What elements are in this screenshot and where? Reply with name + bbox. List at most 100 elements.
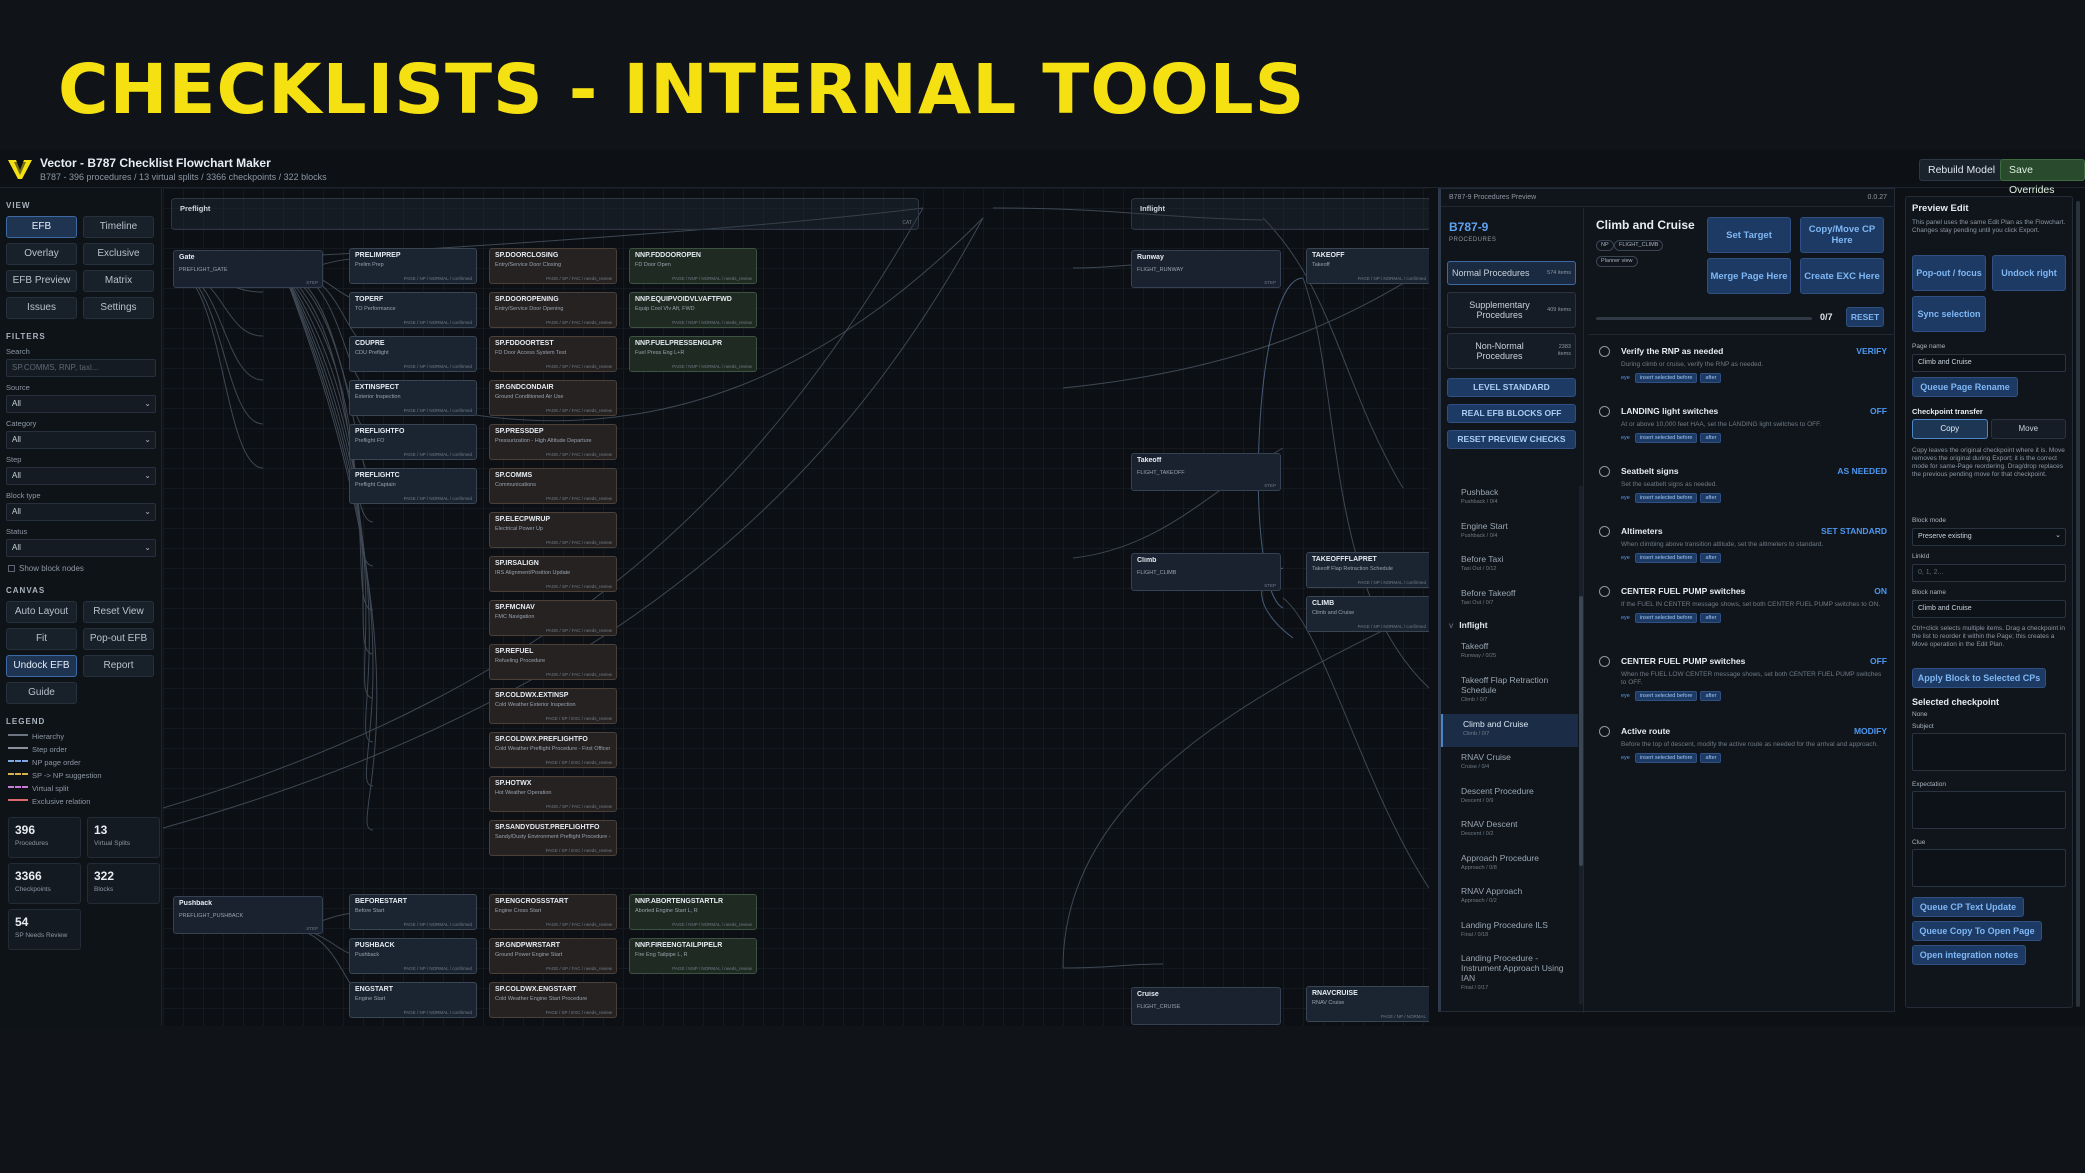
step-pushback[interactable]: Pushback PREFLIGHT_PUSHBACK STEP bbox=[173, 896, 323, 934]
node-sp[interactable]: SP.ENGCROSSSTART Engine Cross Start PAGE /… bbox=[489, 894, 617, 930]
node-np[interactable]: BEFORESTART Before Start PAGE / NP / NORMA… bbox=[349, 894, 477, 930]
category-select[interactable]: All ⌄ bbox=[6, 431, 156, 449]
subject-textarea[interactable] bbox=[1912, 733, 2066, 771]
reset-view-button[interactable]: Reset View bbox=[83, 601, 154, 623]
list-item[interactable]: Landing Procedure - Instrument Approach … bbox=[1441, 948, 1578, 1004]
list-item[interactable]: Before Takeoff Taxi Out / 0/7 bbox=[1441, 583, 1578, 617]
checkbox-circle-icon[interactable] bbox=[1599, 726, 1610, 737]
eye-icon[interactable]: eye bbox=[1621, 693, 1630, 699]
merge-page-here-button[interactable]: Merge Page Here bbox=[1707, 258, 1791, 294]
checkpoint-item[interactable]: Altimeters SET STANDARD When climbing abov… bbox=[1588, 526, 1895, 563]
insert-before-chip[interactable]: insert selected before bbox=[1634, 433, 1698, 443]
list-item[interactable]: Descent Procedure Descent / 0/9 bbox=[1441, 781, 1578, 815]
list-item[interactable]: Takeoff Flap Retraction Schedule Climb / … bbox=[1441, 670, 1578, 714]
eye-icon[interactable]: eye bbox=[1621, 435, 1630, 441]
checkbox-circle-icon[interactable] bbox=[1599, 586, 1610, 597]
node-np-preflightfo[interactable]: PREFLIGHTFO Preflight FO PAGE / NP / NORMA… bbox=[349, 424, 477, 460]
node-sp[interactable]: SP.FDDOORTEST FD Door Access System Test P… bbox=[489, 336, 617, 372]
view-efb-button[interactable]: EFB bbox=[6, 216, 77, 238]
node-np[interactable]: ENGSTART Engine Start PAGE / NP / NORMAL /… bbox=[349, 982, 477, 1018]
save-overrides-button[interactable]: Save Overrides bbox=[2000, 159, 2085, 196]
auto-layout-button[interactable]: Auto Layout bbox=[6, 601, 77, 623]
list-item[interactable]: RNAV Approach Approach / 0/2 bbox=[1441, 881, 1578, 915]
view-exclusive-button[interactable]: Exclusive bbox=[83, 243, 154, 265]
insert-after-chip[interactable]: after bbox=[1700, 373, 1722, 383]
insert-after-chip[interactable]: after bbox=[1700, 691, 1722, 701]
step-gate[interactable]: Gate PREFLIGHT_GATE STEP bbox=[173, 250, 323, 288]
list-item[interactable]: Pushback Pushback / 0/4 bbox=[1441, 482, 1578, 516]
procedure-list-scrollbar[interactable] bbox=[1579, 486, 1583, 1004]
node-sp[interactable]: SP.DOORCLOSING Entry/Service Door Closing… bbox=[489, 248, 617, 284]
node-np-toperf[interactable]: TOPERF TO Performance PAGE / NP / NORMAL /… bbox=[349, 292, 477, 328]
node-sp[interactable]: SP.REFUEL Refueling Procedure PAGE / SP / … bbox=[489, 644, 617, 680]
status-select[interactable]: All ⌄ bbox=[6, 539, 156, 557]
step-takeoff[interactable]: Takeoff FLIGHT_TAKEOFF STEP bbox=[1131, 453, 1281, 491]
reset-preview-checks-button[interactable]: RESET PREVIEW CHECKS bbox=[1447, 430, 1576, 449]
view-overlay-button[interactable]: Overlay bbox=[6, 243, 77, 265]
create-exc-here-button[interactable]: Create EXC Here bbox=[1800, 258, 1884, 294]
view-matrix-button[interactable]: Matrix bbox=[83, 270, 154, 292]
edit-panel-scrollbar[interactable] bbox=[2076, 201, 2080, 1007]
queue-page-rename-button[interactable]: Queue Page Rename bbox=[1912, 377, 2018, 397]
eye-icon[interactable]: eye bbox=[1621, 495, 1630, 501]
checkbox-circle-icon[interactable] bbox=[1599, 526, 1610, 537]
node-sp[interactable]: SP.COMMS Communications PAGE / SP / FAC / … bbox=[489, 468, 617, 504]
node-np-cdupre[interactable]: CDUPRE CDU Preflight PAGE / NP / NORMAL / … bbox=[349, 336, 477, 372]
pop-out-efb-button[interactable]: Pop-out EFB bbox=[83, 628, 154, 650]
page-name-input[interactable]: Climb and Cruise bbox=[1912, 354, 2066, 372]
list-item[interactable]: RNAV Cruise Cruise / 0/4 bbox=[1441, 747, 1578, 781]
node-np-prelimprep[interactable]: PRELIMPREP Prelim Prep PAGE / NP / NORMAL … bbox=[349, 248, 477, 284]
node-nnp[interactable]: NNP.FIREENGTAILPIPELR Fire Eng Tailpipe L… bbox=[629, 938, 757, 974]
list-item[interactable]: Engine Start Pushback / 0/4 bbox=[1441, 516, 1578, 550]
guide-button[interactable]: Guide bbox=[6, 682, 77, 704]
node-sp[interactable]: SP.ELECPWRUP Electrical Power Up PAGE / SP… bbox=[489, 512, 617, 548]
flowchart-canvas[interactable]: Preflight CAT Inflight Gate PREFLIGHT_GATE… bbox=[163, 188, 1429, 1026]
level-standard-button[interactable]: LEVEL STANDARD bbox=[1447, 378, 1576, 397]
insert-after-chip[interactable]: after bbox=[1700, 433, 1722, 443]
sync-selection-button[interactable]: Sync selection bbox=[1912, 296, 1986, 332]
node-nnp[interactable]: NNP.ABORTENGSTARTLR Aborted Engine Start … bbox=[629, 894, 757, 930]
block-type-select[interactable]: All ⌄ bbox=[6, 503, 156, 521]
copy-move-cp-here-button[interactable]: Copy/Move CP Here bbox=[1800, 217, 1884, 253]
eye-icon[interactable]: eye bbox=[1621, 755, 1630, 761]
category-supplementary-procedures[interactable]: Supplementary Procedures 409 items bbox=[1447, 292, 1576, 328]
report-button[interactable]: Report bbox=[83, 655, 154, 677]
checkpoint-item[interactable]: CENTER FUEL PUMP switches OFF When the FUE… bbox=[1588, 656, 1895, 701]
node-nnp[interactable]: NNP.FDDOOROPEN FD Door Open PAGE / NNP / N… bbox=[629, 248, 757, 284]
node-sp[interactable]: SP.FMCNAV FMC Navigation PAGE / SP / FAC /… bbox=[489, 600, 617, 636]
step-climb[interactable]: Climb FLIGHT_CLIMB STEP bbox=[1131, 553, 1281, 591]
expectation-textarea[interactable] bbox=[1912, 791, 2066, 829]
checkbox-circle-icon[interactable] bbox=[1599, 656, 1610, 667]
node-np-takeofflapret[interactable]: TAKEOFFFLAPRET Takeoff Flap Retraction Sc… bbox=[1306, 552, 1429, 588]
move-option[interactable]: Move bbox=[1990, 419, 2066, 439]
insert-before-chip[interactable]: insert selected before bbox=[1634, 553, 1698, 563]
node-sp[interactable]: SP.SANDYDUST.PREFLIGHTFO Sandy/Dusty Envi… bbox=[489, 820, 617, 856]
apply-block-button[interactable]: Apply Block to Selected CPs bbox=[1912, 668, 2046, 688]
node-sp[interactable]: SP.DOOROPENING Entry/Service Door Opening… bbox=[489, 292, 617, 328]
insert-before-chip[interactable]: insert selected before bbox=[1634, 493, 1698, 503]
checkpoint-item[interactable]: Verify the RNP as needed VERIFY During cli… bbox=[1588, 346, 1895, 383]
node-sp[interactable]: SP.IRSALIGN IRS Alignment/Position Update… bbox=[489, 556, 617, 592]
block-name-input[interactable]: Climb and Cruise bbox=[1912, 600, 2066, 618]
insert-before-chip[interactable]: insert selected before bbox=[1634, 691, 1698, 701]
insert-before-chip[interactable]: insert selected before bbox=[1634, 373, 1698, 383]
node-np[interactable]: PUSHBACK Pushback PAGE / NP / NORMAL / con… bbox=[349, 938, 477, 974]
eye-icon[interactable]: eye bbox=[1621, 375, 1630, 381]
open-integration-notes-button[interactable]: Open integration notes bbox=[1912, 945, 2026, 965]
eye-icon[interactable]: eye bbox=[1621, 615, 1630, 621]
node-sp[interactable]: SP.PRESSDEP Pressurization - High Altitud… bbox=[489, 424, 617, 460]
copy-option[interactable]: Copy bbox=[1912, 419, 1988, 439]
node-np-takeoff[interactable]: TAKEOFF Takeoff PAGE / NP / NORMAL / confi… bbox=[1306, 248, 1429, 284]
checkpoint-item[interactable]: Seatbelt signs AS NEEDED Set the seatbelt … bbox=[1588, 466, 1895, 503]
insert-after-chip[interactable]: after bbox=[1700, 613, 1722, 623]
insert-after-chip[interactable]: after bbox=[1700, 553, 1722, 563]
linkid-input[interactable]: 0, 1, 2... bbox=[1912, 564, 2066, 582]
checkpoint-item[interactable]: Active route MODIFY Before the top of desc… bbox=[1588, 726, 1895, 763]
node-nnp[interactable]: NNP.FUELPRESSENGLPR Fuel Press Eng L+R PAG… bbox=[629, 336, 757, 372]
insert-before-chip[interactable]: insert selected before bbox=[1634, 613, 1698, 623]
set-target-button[interactable]: Set Target bbox=[1707, 217, 1791, 253]
pop-out-focus-button[interactable]: Pop-out / focus bbox=[1912, 255, 1986, 291]
list-item[interactable]: RNAV Descent Descent / 0/2 bbox=[1441, 814, 1578, 848]
list-item-selected[interactable]: Climb and Cruise Climb / 0/7 bbox=[1441, 713, 1578, 747]
category-non-normal-procedures[interactable]: Non-Normal Procedures 2383 items bbox=[1447, 333, 1576, 369]
